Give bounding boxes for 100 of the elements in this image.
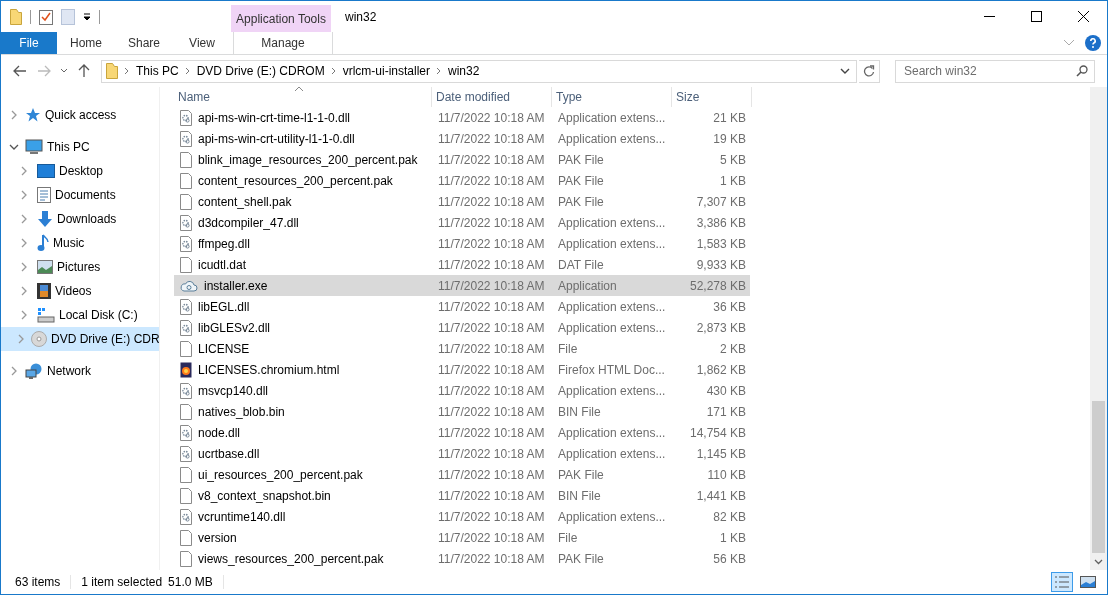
- file-row[interactable]: d3dcompiler_47.dll 11/7/2022 10:18 AM Application extens... 3,386 KB: [174, 212, 750, 233]
- date-cell-text: 11/7/2022 10:18 AM: [437, 446, 546, 461]
- close-icon[interactable]: [1078, 11, 1089, 22]
- chevron-right-icon[interactable]: [184, 67, 191, 75]
- file-row[interactable]: node.dll 11/7/2022 10:18 AM Application extens... 14,754 KB: [174, 422, 750, 443]
- type-cell-text: BIN File: [557, 404, 602, 419]
- chevron-down-icon[interactable]: [60, 68, 68, 74]
- address-bar[interactable]: This PC DVD Drive (E:) CDROM vrlcm-ui-installer win32: [101, 59, 857, 83]
- gear-file-icon: [180, 298, 192, 315]
- minimize-icon[interactable]: [984, 15, 995, 18]
- file-row[interactable]: ui_resources_200_percent.pak 11/7/2022 10:18 AM PAK File 110 KB: [174, 464, 750, 485]
- file-row[interactable]: content_shell.pak 11/7/2022 10:18 AM PAK File 7,307 KB: [174, 191, 750, 212]
- dropdown-icon[interactable]: [83, 12, 91, 21]
- back-arrow-icon[interactable]: [13, 65, 27, 77]
- breadcrumb[interactable]: DVD Drive (E:) CDROM: [196, 64, 325, 78]
- nav-item[interactable]: Desktop: [1, 159, 159, 183]
- search-field[interactable]: Search win32: [895, 59, 1095, 83]
- chevron-right-icon[interactable]: [20, 166, 28, 176]
- up-arrow-icon[interactable]: [78, 64, 90, 78]
- help-icon[interactable]: [1085, 35, 1101, 51]
- type-cell-text: Application extens...: [557, 236, 667, 251]
- maximize-icon[interactable]: [1031, 11, 1042, 22]
- chevron-right-icon[interactable]: [124, 67, 130, 75]
- file-row[interactable]: blink_image_resources_200_percent.pak 11/7/2022 10:18 AM PAK File 5 KB: [174, 149, 750, 170]
- folder-icon[interactable]: [10, 8, 22, 25]
- type-cell-text: Application extens...: [557, 110, 667, 125]
- breadcrumb[interactable]: This PC: [136, 64, 179, 78]
- chevron-right-icon[interactable]: [10, 366, 18, 376]
- ribbon-tab[interactable]: File: [1, 32, 57, 54]
- size-cell-text: 1,583 KB: [695, 236, 747, 251]
- file-row[interactable]: msvcp140.dll 11/7/2022 10:18 AM Application extens... 430 KB: [174, 380, 750, 401]
- chevron-right-icon[interactable]: [436, 67, 443, 75]
- nav-item[interactable]: This PC: [1, 135, 159, 159]
- file-row[interactable]: v8_context_snapshot.bin 11/7/2022 10:18 AM BIN File 1,441 KB: [174, 485, 750, 506]
- gear-file-icon: [180, 109, 192, 126]
- nav-item[interactable]: Quick access: [1, 103, 159, 127]
- column-header[interactable]: Date modified: [432, 87, 552, 107]
- breadcrumb[interactable]: win32: [448, 64, 480, 78]
- breadcrumb[interactable]: vrlcm-ui-installer: [342, 64, 431, 78]
- file-row[interactable]: views_resources_200_percent.pak 11/7/2022 10:18 AM PAK File 56 KB: [174, 548, 750, 569]
- column-header[interactable]: Type: [552, 87, 672, 107]
- scrollbar[interactable]: [1090, 87, 1107, 570]
- size-cell-text: 56 KB: [712, 551, 747, 566]
- scroll-down-icon[interactable]: [1094, 558, 1103, 565]
- file-row[interactable]: installer.exe 11/7/2022 10:18 AM Application 52,278 KB: [174, 275, 750, 296]
- chevron-right-icon[interactable]: [20, 190, 28, 200]
- refresh-icon[interactable]: [863, 65, 875, 77]
- file-row[interactable]: LICENSES.chromium.html 11/7/2022 10:18 AM Firefox HTML Doc... 1,862 KB: [174, 359, 750, 380]
- nav-item[interactable]: Local Disk (C:): [1, 303, 159, 327]
- nav-item[interactable]: Pictures: [1, 255, 159, 279]
- chevron-right-icon[interactable]: [17, 334, 25, 344]
- chevron-down-icon[interactable]: [840, 67, 850, 75]
- disc-icon: [31, 331, 47, 347]
- nav-item[interactable]: Music: [1, 231, 159, 255]
- file-name: version: [198, 530, 237, 545]
- expand-ribbon-icon[interactable]: [1063, 39, 1075, 47]
- nav-item[interactable]: Network: [1, 359, 159, 383]
- chevron-down-icon[interactable]: [9, 143, 19, 151]
- file-row[interactable]: api-ms-win-crt-time-l1-1-0.dll 11/7/2022 10:18 AM Application extens... 21 KB: [174, 107, 750, 128]
- type-cell-text: Application extens...: [557, 215, 667, 230]
- refresh-button[interactable]: [859, 59, 880, 83]
- nav-item[interactable]: Downloads: [1, 207, 159, 231]
- column-header[interactable]: Size: [672, 87, 752, 107]
- ribbon-tab[interactable]: Manage: [233, 32, 333, 54]
- chevron-right-icon[interactable]: [20, 310, 28, 320]
- file-name: d3dcompiler_47.dll: [198, 215, 299, 230]
- file-row[interactable]: LICENSE 11/7/2022 10:18 AM File 2 KB: [174, 338, 750, 359]
- nav-item[interactable]: DVD Drive (E:) CDR: [1, 327, 159, 351]
- file-row[interactable]: libEGL.dll 11/7/2022 10:18 AM Application extens... 36 KB: [174, 296, 750, 317]
- file-name: content_shell.pak: [198, 194, 292, 209]
- properties-icon[interactable]: [39, 8, 53, 25]
- chevron-right-icon[interactable]: [20, 262, 28, 272]
- chevron-right-icon[interactable]: [20, 286, 28, 296]
- date-cell-text: 11/7/2022 10:18 AM: [437, 152, 546, 167]
- nav-item[interactable]: Documents: [1, 183, 159, 207]
- date-cell-text: 11/7/2022 10:18 AM: [437, 551, 546, 566]
- file-row[interactable]: api-ms-win-crt-utility-l1-1-0.dll 11/7/2022 10:18 AM Application extens... 19 KB: [174, 128, 750, 149]
- file-row[interactable]: icudtl.dat 11/7/2022 10:18 AM DAT File 9,933 KB: [174, 254, 750, 275]
- scroll-thumb[interactable]: [1092, 401, 1105, 553]
- file-row[interactable]: libGLESv2.dll 11/7/2022 10:18 AM Application extens... 2,873 KB: [174, 317, 750, 338]
- file-row[interactable]: natives_blob.bin 11/7/2022 10:18 AM BIN File 171 KB: [174, 401, 750, 422]
- file-row[interactable]: vcruntime140.dll 11/7/2022 10:18 AM Application extens... 82 KB: [174, 506, 750, 527]
- chevron-right-icon[interactable]: [330, 67, 337, 75]
- browser-file-icon: [180, 361, 192, 378]
- column-header[interactable]: Name: [174, 87, 432, 107]
- file-row[interactable]: ffmpeg.dll 11/7/2022 10:18 AM Application extens... 1,583 KB: [174, 233, 750, 254]
- nav-item[interactable]: Videos: [1, 279, 159, 303]
- file-name: ui_resources_200_percent.pak: [198, 467, 363, 482]
- film-icon: [37, 283, 51, 299]
- file-row[interactable]: ucrtbase.dll 11/7/2022 10:18 AM Application extens... 1,145 KB: [174, 443, 750, 464]
- file-row[interactable]: version 11/7/2022 10:18 AM File 1 KB: [174, 527, 750, 548]
- size-cell-text: 36 KB: [712, 299, 747, 314]
- chevron-right-icon[interactable]: [20, 238, 28, 248]
- size-cell-text: 19 KB: [712, 131, 747, 146]
- file-name: api-ms-win-crt-utility-l1-1-0.dll: [198, 131, 355, 146]
- chevron-right-icon[interactable]: [10, 110, 18, 120]
- pictures-icon: [37, 260, 53, 274]
- file-row[interactable]: content_resources_200_percent.pak 11/7/2022 10:18 AM PAK File 1 KB: [174, 170, 750, 191]
- selection-info: 1 item selected: [81, 575, 163, 589]
- chevron-right-icon[interactable]: [20, 214, 28, 224]
